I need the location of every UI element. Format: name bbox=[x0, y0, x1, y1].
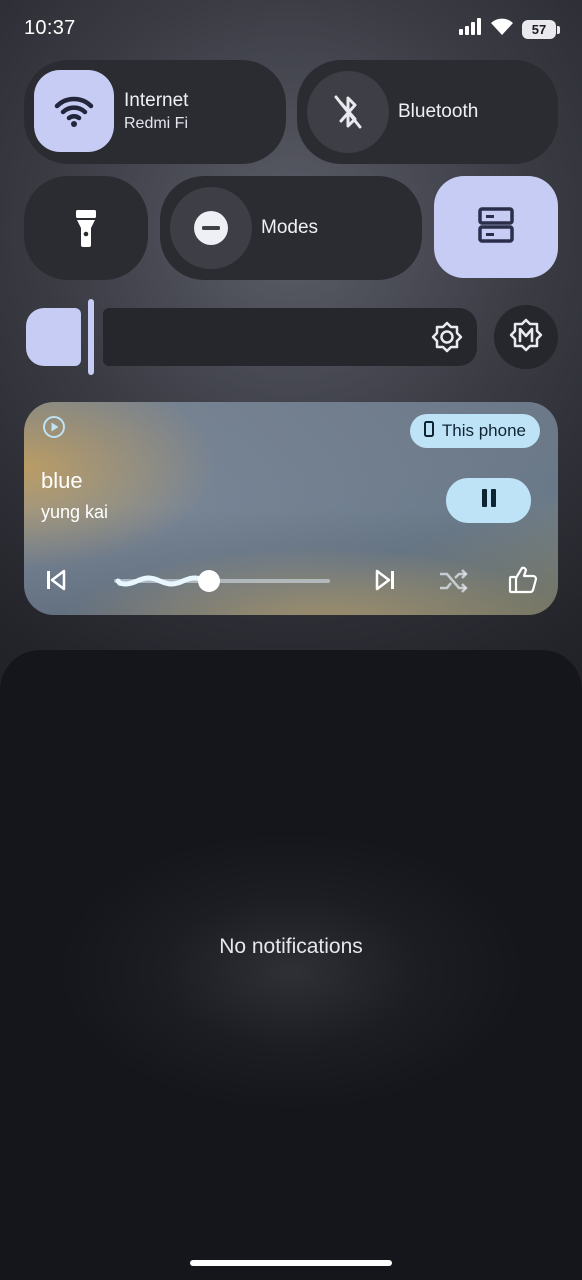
seek-thumb[interactable] bbox=[198, 570, 221, 592]
wifi-icon bbox=[490, 18, 514, 41]
output-device-label: This phone bbox=[441, 421, 526, 440]
notification-shade: No notifications bbox=[0, 650, 582, 1280]
storage-tile[interactable] bbox=[434, 176, 558, 278]
brightness-fill[interactable] bbox=[26, 308, 81, 366]
storage-icon bbox=[478, 206, 514, 248]
empty-notifications-text: No notifications bbox=[219, 935, 363, 958]
track-title: blue bbox=[41, 468, 83, 493]
pause-button[interactable] bbox=[446, 478, 531, 523]
flashlight-icon bbox=[24, 176, 148, 280]
thumbs-up-icon[interactable] bbox=[508, 565, 538, 600]
status-bar: 10:37 57 bbox=[0, 0, 582, 60]
auto-brightness-icon bbox=[509, 318, 543, 357]
internet-subtitle: Redmi Fi bbox=[124, 115, 189, 132]
status-time: 10:37 bbox=[24, 17, 76, 39]
do-not-disturb-icon[interactable] bbox=[170, 187, 252, 269]
home-indicator[interactable] bbox=[190, 1260, 392, 1266]
pause-icon bbox=[479, 488, 499, 513]
modes-title: Modes bbox=[261, 217, 319, 238]
previous-icon[interactable] bbox=[44, 568, 68, 597]
modes-tile[interactable]: Modes bbox=[160, 176, 422, 280]
play-circle-icon bbox=[42, 415, 66, 444]
shuffle-icon[interactable] bbox=[438, 567, 470, 600]
internet-title: Internet bbox=[124, 90, 189, 111]
signal-icon bbox=[458, 18, 482, 41]
wifi-icon[interactable] bbox=[34, 70, 114, 152]
seek-bar[interactable] bbox=[114, 566, 330, 596]
brightness-icon bbox=[431, 321, 463, 358]
bluetooth-tile[interactable]: Bluetooth bbox=[297, 60, 558, 164]
flashlight-tile[interactable] bbox=[24, 176, 148, 280]
auto-brightness-button[interactable] bbox=[494, 305, 558, 369]
battery-icon: 57 bbox=[522, 20, 560, 39]
bluetooth-off-icon[interactable] bbox=[307, 71, 389, 153]
seek-progress bbox=[115, 575, 212, 587]
brightness-slider[interactable] bbox=[103, 308, 477, 366]
brightness-handle[interactable] bbox=[88, 299, 94, 375]
internet-tile[interactable]: Internet Redmi Fi bbox=[24, 60, 286, 164]
battery-level: 57 bbox=[522, 20, 556, 39]
status-icons: 57 bbox=[458, 18, 560, 41]
phone-icon bbox=[423, 420, 434, 442]
next-icon[interactable] bbox=[373, 568, 397, 597]
media-player-card[interactable]: This phone blue yung kai bbox=[24, 402, 558, 615]
track-artist: yung kai bbox=[41, 502, 109, 522]
output-device-chip[interactable]: This phone bbox=[409, 414, 540, 448]
bluetooth-title: Bluetooth bbox=[398, 101, 479, 122]
